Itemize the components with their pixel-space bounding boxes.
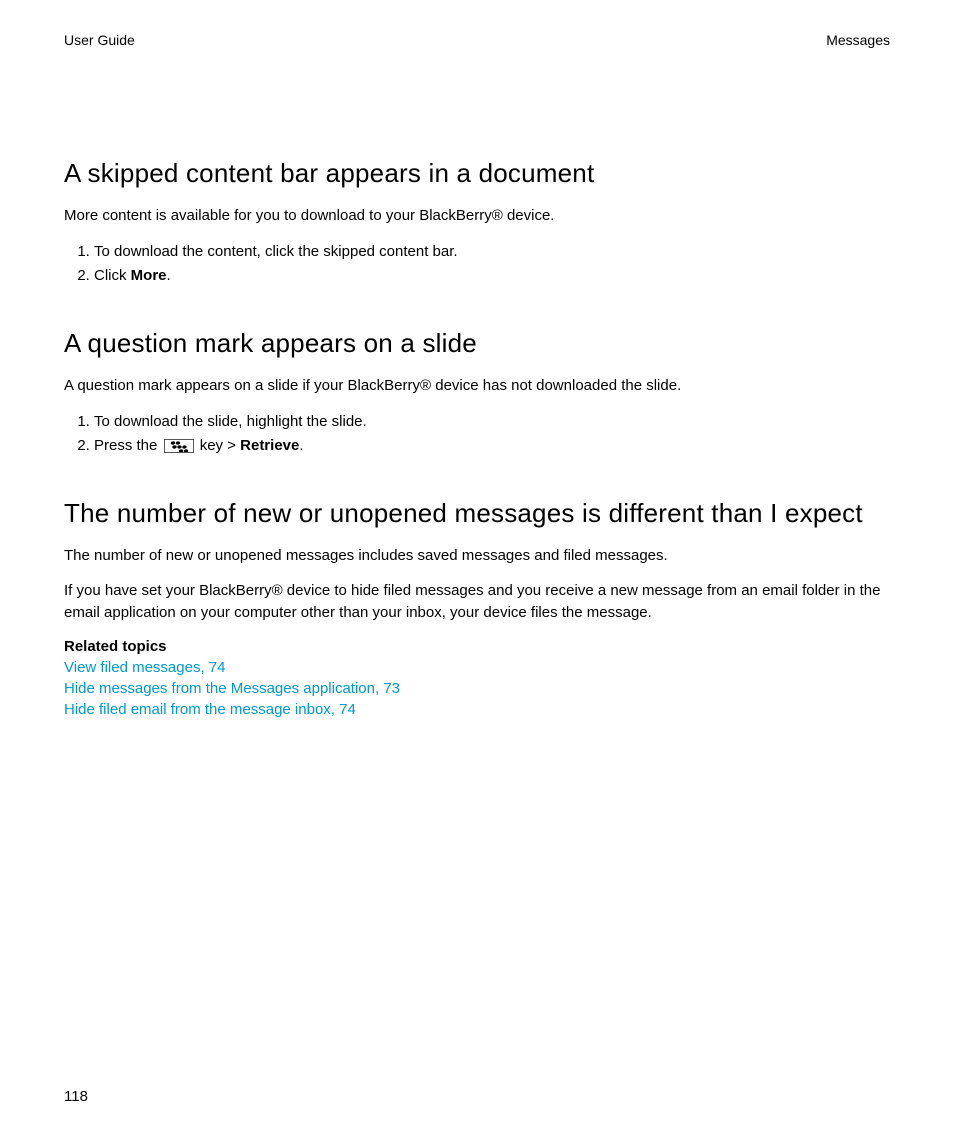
related-topics-heading: Related topics [64,638,890,655]
step-text: Click [94,267,131,284]
heading-message-count: The number of new or unopened messages i… [64,498,890,529]
body-paragraph: If you have set your BlackBerry® device … [64,580,890,624]
related-link-hide-messages[interactable]: Hide messages from the Messages applicat… [64,678,890,699]
step-item: To download the content, click the skipp… [94,241,890,264]
step-text: . [167,267,171,284]
section-message-count: The number of new or unopened messages i… [64,498,890,720]
step-text: . [299,437,303,454]
page-number: 118 [64,1088,88,1105]
step-item: Click More. [94,265,890,288]
intro-paragraph: A question mark appears on a slide if yo… [64,375,890,397]
step-text: key > [196,437,241,454]
header-right: Messages [826,32,890,48]
steps-list: To download the content, click the skipp… [64,241,890,288]
related-link-view-filed[interactable]: View filed messages, 74 [64,657,890,678]
heading-question-mark: A question mark appears on a slide [64,328,890,359]
step-text: Press the [94,437,162,454]
steps-list: To download the slide, highlight the sli… [64,411,890,458]
step-item: To download the slide, highlight the sli… [94,411,890,434]
step-bold: More [131,267,167,284]
related-link-hide-filed-email[interactable]: Hide filed email from the message inbox,… [64,699,890,720]
section-skipped-content: A skipped content bar appears in a docum… [64,158,890,288]
header-left: User Guide [64,32,135,48]
document-page: User Guide Messages A skipped content ba… [0,0,954,800]
section-question-mark: A question mark appears on a slide A que… [64,328,890,458]
page-header: User Guide Messages [64,32,890,48]
step-bold: Retrieve [240,437,299,454]
step-item: Press the key > Retrieve. [94,435,890,458]
heading-skipped-content: A skipped content bar appears in a docum… [64,158,890,189]
intro-paragraph: More content is available for you to dow… [64,205,890,227]
body-paragraph: The number of new or unopened messages i… [64,545,890,567]
blackberry-menu-key-icon [164,439,194,453]
